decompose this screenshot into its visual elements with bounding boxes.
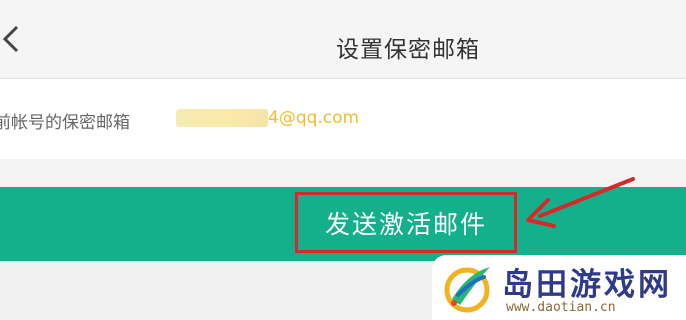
email-label: 前帐号的保密邮箱 xyxy=(0,113,130,133)
email-visible-part: 4@qq.com xyxy=(268,108,360,128)
page-title: 设置保密邮箱 xyxy=(336,37,480,63)
annotation-arrow-icon xyxy=(526,177,635,228)
email-masked-part xyxy=(176,109,268,127)
send-activation-button[interactable]: 发送激活邮件 xyxy=(295,192,517,253)
current-email-row: 前帐号的保密邮箱 4@qq.com xyxy=(0,79,686,159)
watermark-url: www.daotian.cn xyxy=(506,300,616,315)
watermark: 岛田游戏网 www.daotian.cn xyxy=(432,255,686,320)
nav-header: 设置保密邮箱 xyxy=(0,0,686,79)
daotian-logo-icon xyxy=(444,267,490,313)
watermark-name: 岛田游戏网 xyxy=(502,267,672,303)
